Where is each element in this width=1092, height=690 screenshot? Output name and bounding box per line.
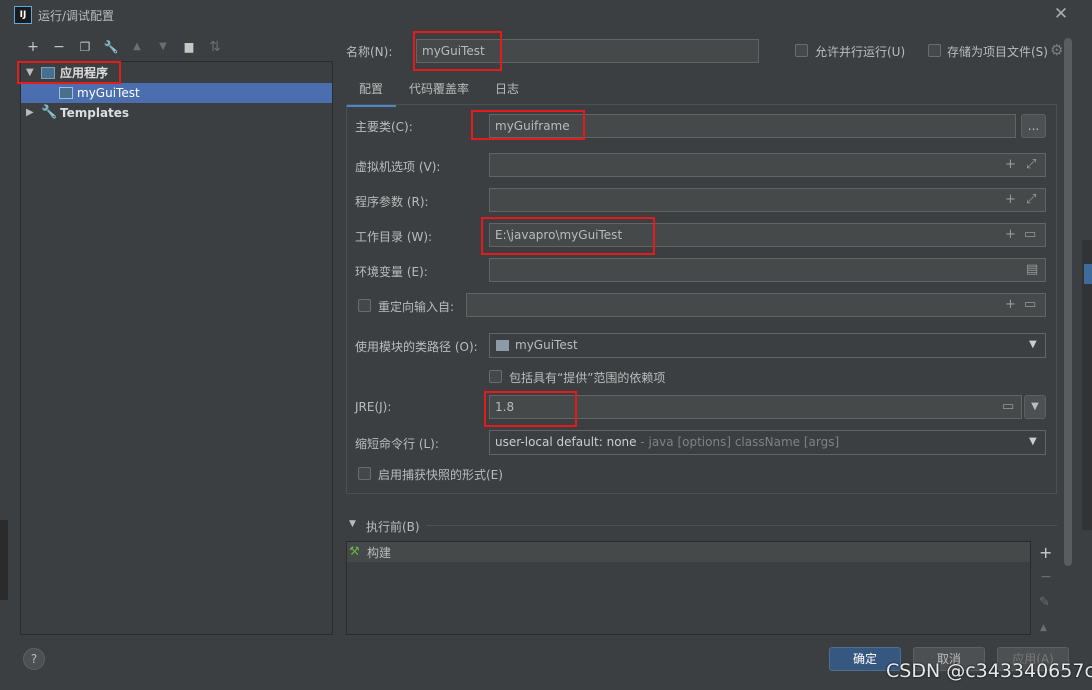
window-title: 运行/调试配置 [38, 9, 115, 23]
workdir-label: 工作目录 (W): [355, 230, 433, 244]
tree-item-label: myGuiTest [77, 86, 140, 100]
program-args-label: 程序参数 (R): [355, 195, 429, 209]
jre-value: 1.8 [495, 400, 515, 414]
wrench-icon[interactable]: 🔧 [102, 38, 120, 56]
tree-group-application[interactable]: ▼ 应用程序 [21, 63, 332, 83]
tab-coverage[interactable]: 代码覆盖率 [403, 78, 475, 104]
sort-icon[interactable]: ⇅ [206, 38, 224, 56]
tree-item-myguitest[interactable]: myGuiTest [21, 83, 332, 103]
app-logo-icon: IJ [14, 6, 32, 24]
env-vars-label: 环境变量 (E): [355, 265, 428, 279]
jre-input[interactable]: 1.8 ▭ [489, 395, 1022, 419]
add-icon[interactable]: + [1039, 543, 1052, 562]
workdir-value: E:\javapro\myGuiTest [495, 228, 623, 242]
divider [426, 525, 1057, 526]
module-select[interactable]: myGuiTest ▼ [489, 333, 1046, 358]
main-class-label: 主要类(C): [355, 120, 413, 134]
title-bar: IJ 运行/调试配置 ✕ [0, 0, 1092, 30]
env-vars-input[interactable]: ▤ [489, 258, 1046, 282]
shorten-cmd-hint: - java [options] className [args] [636, 435, 840, 449]
module-value: myGuiTest [515, 338, 578, 352]
main-class-input[interactable]: myGuiframe [489, 114, 1016, 138]
help-icon[interactable]: ? [23, 648, 45, 670]
module-classpath-label: 使用模块的类路径 (O): [355, 340, 478, 354]
application-icon [59, 87, 73, 99]
redirect-checkbox[interactable] [358, 299, 371, 312]
move-down-icon[interactable]: ▼ [154, 38, 172, 56]
include-provided-checkbox[interactable] [489, 370, 502, 383]
scrollbar[interactable] [1064, 38, 1072, 566]
plus-icon[interactable]: + [1005, 189, 1016, 211]
workdir-input[interactable]: E:\javapro\myGuiTest + ▭ [489, 223, 1046, 247]
tab-config[interactable]: 配置 [346, 78, 396, 107]
include-provided-label: 包括具有“提供”范围的依赖项 [509, 371, 666, 385]
module-icon [496, 340, 509, 351]
background-window [0, 520, 8, 600]
vm-options-label: 虚拟机选项 (V): [355, 160, 441, 174]
name-input[interactable]: myGuiTest [416, 39, 759, 63]
browse-button[interactable]: ... [1021, 114, 1046, 138]
chevron-down-icon[interactable]: ▼ [1029, 431, 1037, 453]
build-label: 构建 [367, 546, 392, 560]
list-item[interactable]: ⚒ 构建 [347, 542, 1030, 562]
expand-icon[interactable]: ⤢ [1026, 154, 1036, 176]
application-icon [41, 67, 55, 79]
before-launch-label: 执行前(B) [366, 520, 420, 534]
shorten-cmd-value: user-local default: none [495, 435, 637, 449]
remove-icon[interactable]: − [50, 38, 68, 56]
folder-icon[interactable]: ▭ [1024, 294, 1036, 316]
copy-icon[interactable]: ❐ [76, 38, 94, 56]
name-label: 名称(N): [346, 45, 393, 59]
add-icon[interactable]: + [24, 38, 42, 56]
close-icon[interactable]: ✕ [1053, 4, 1069, 24]
vm-options-input[interactable]: + ⤢ [489, 153, 1046, 177]
jre-label: JRE(J): [355, 400, 392, 414]
plus-icon[interactable]: + [1005, 224, 1016, 246]
tree-group-label: 应用程序 [60, 66, 109, 80]
tree-templates[interactable]: ▶ 🔧 Templates [21, 103, 332, 123]
watermark: CSDN @c343340657c [886, 660, 1092, 682]
redirect-input[interactable]: + ▭ [466, 293, 1046, 317]
background-window [1084, 264, 1092, 284]
plus-icon[interactable]: + [1005, 154, 1016, 176]
snapshot-checkbox[interactable] [358, 467, 371, 480]
folder-add-icon[interactable]: ▆ [180, 38, 198, 56]
expand-arrow-icon[interactable]: ▼ [26, 63, 34, 83]
expand-icon[interactable]: ⤢ [1026, 189, 1036, 211]
edit-icon[interactable]: ✎ [1039, 595, 1050, 610]
move-up-icon[interactable]: ▲ [128, 38, 146, 56]
plus-icon[interactable]: + [1005, 294, 1016, 316]
store-as-file-label: 存储为项目文件(S) [947, 45, 1048, 59]
templates-label: Templates [60, 106, 130, 120]
config-tree: ▼ 应用程序 myGuiTest ▶ 🔧 Templates [20, 61, 333, 635]
folder-icon[interactable]: ▭ [1024, 224, 1036, 246]
jre-dropdown-icon[interactable]: ▼ [1024, 395, 1046, 419]
document-icon[interactable]: ▤ [1026, 259, 1038, 281]
before-launch-list: ⚒ 构建 [346, 541, 1031, 635]
shorten-cmd-select[interactable]: user-local default: none - java [options… [489, 430, 1046, 455]
move-up-icon[interactable]: ▲ [1040, 623, 1047, 633]
chevron-down-icon[interactable]: ▼ [1029, 334, 1037, 356]
wrench-icon: 🔧 [41, 105, 58, 120]
parallel-checkbox[interactable] [795, 44, 808, 57]
program-args-input[interactable]: + ⤢ [489, 188, 1046, 212]
redirect-label: 重定向输入自: [378, 300, 455, 314]
store-as-file-checkbox[interactable] [928, 44, 941, 57]
remove-icon[interactable]: − [1040, 569, 1052, 585]
gear-icon[interactable]: ⚙ [1050, 41, 1063, 59]
collapse-arrow-icon[interactable]: ▼ [349, 519, 356, 529]
shorten-cmd-label: 缩短命令行 (L): [355, 437, 439, 451]
folder-icon[interactable]: ▭ [1002, 396, 1014, 418]
collapse-arrow-icon[interactable]: ▶ [26, 103, 34, 123]
hammer-icon: ⚒ [349, 544, 360, 558]
tab-logs[interactable]: 日志 [485, 78, 529, 104]
parallel-label: 允许并行运行(U) [815, 45, 906, 59]
snapshot-label: 启用捕获快照的形式(E) [378, 468, 503, 482]
